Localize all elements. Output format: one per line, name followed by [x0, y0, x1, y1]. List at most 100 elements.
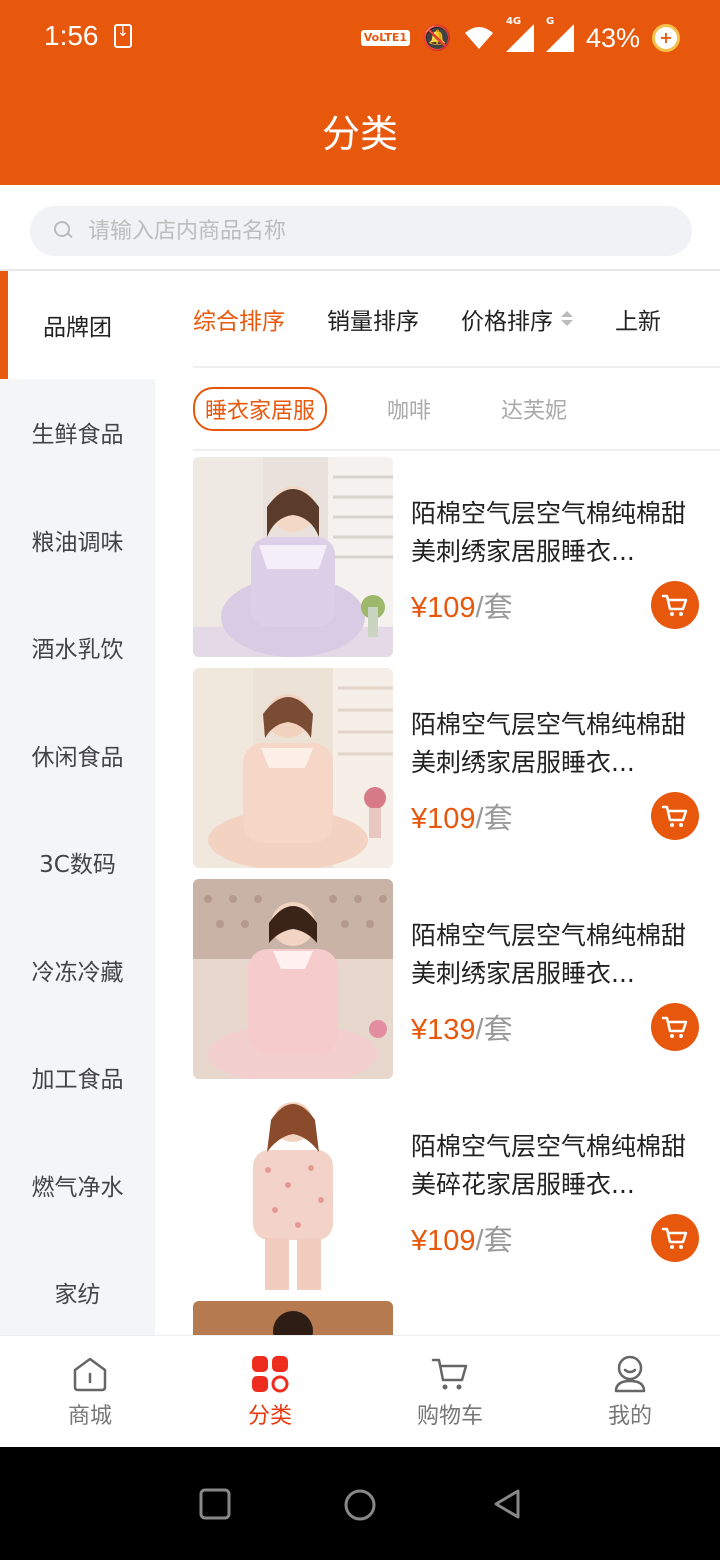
sidebar-item-brand-group[interactable]: 品牌团 [0, 271, 155, 379]
product-list: 陌棉空气层空气棉纯棉甜美刺绣家居服睡衣... ¥109/套 陌棉空气层空气棉纯棉… [193, 457, 720, 1335]
sidebar-item-processed-food[interactable]: 加工食品 [0, 1024, 155, 1132]
product-card[interactable]: 陌棉空气层空气棉纯棉甜美碎花家居服睡衣... ¥109/套 [193, 1090, 720, 1301]
page-header: 分类 [0, 76, 720, 185]
battery-plus-icon: + [652, 24, 680, 52]
sidebar-item-electronics[interactable]: 3C数码 [0, 809, 155, 917]
category-sidebar: 品牌团 生鲜食品 粮油调味 酒水乳饮 休闲食品 3C数码 冷冻冷藏 加工食品 燃… [0, 271, 155, 1335]
sidebar-item-label: 粮油调味 [31, 529, 124, 556]
system-nav-bar [0, 1447, 720, 1560]
cart-icon [661, 805, 688, 827]
product-title[interactable]: 陌棉空气层空气棉纯棉甜美碎花家居服睡衣... [411, 1128, 701, 1204]
search-icon [54, 221, 74, 241]
nav-label: 商城 [67, 1403, 112, 1429]
pink-quilted-pajama-photo [193, 879, 393, 1079]
nav-label: 我的 [607, 1403, 652, 1429]
page-title: 分类 [321, 112, 398, 156]
price-unit: /套 [475, 1225, 513, 1257]
product-price: ¥109/套 [411, 795, 513, 837]
add-to-cart-button[interactable] [651, 1214, 699, 1262]
signal-icon: 4G [505, 16, 534, 52]
sort-sales[interactable]: 销量排序 [327, 302, 419, 336]
sidebar-item-snacks[interactable]: 休闲食品 [0, 701, 155, 809]
product-image[interactable] [193, 457, 393, 657]
profile-icon [614, 1355, 646, 1392]
recent-apps-icon[interactable] [198, 1487, 232, 1521]
brand-chip-pajamas[interactable]: 睡衣家居服 [193, 386, 328, 431]
sidebar-item-gas-water[interactable]: 燃气净水 [0, 1131, 155, 1239]
sidebar-item-label: 燃气净水 [31, 1174, 124, 1201]
sort-new[interactable]: 上新 [615, 302, 661, 336]
download-icon [114, 24, 132, 48]
price-unit: /套 [475, 592, 513, 624]
search-box[interactable] [30, 206, 692, 256]
add-to-cart-button[interactable] [651, 581, 699, 629]
pajama-photo-partial [193, 1301, 393, 1335]
home-button-icon[interactable] [342, 1487, 378, 1523]
status-time: 1:56 [44, 20, 99, 51]
search-input[interactable] [88, 218, 648, 244]
cart-icon [661, 1016, 688, 1038]
network-g-label: G [545, 16, 555, 27]
add-to-cart-button[interactable] [651, 1003, 699, 1051]
sidebar-item-home-textile[interactable]: 家纺 [0, 1239, 155, 1336]
nav-label: 分类 [247, 1403, 292, 1429]
price-amount: ¥109 [411, 803, 476, 835]
product-title[interactable]: 陌棉空气层空气棉纯棉甜美刺绣家居服睡衣... [411, 917, 701, 993]
bottom-nav: 商城 分类 购物车 我的 [0, 1335, 720, 1447]
product-card[interactable]: 陌棉空气层空气棉纯棉甜美刺绣家居服睡衣... ¥109/套 [193, 457, 720, 668]
nav-item-category[interactable]: 分类 [180, 1336, 360, 1447]
sidebar-item-drinks[interactable]: 酒水乳饮 [0, 594, 155, 702]
sidebar-item-frozen[interactable]: 冷冻冷藏 [0, 916, 155, 1024]
product-card[interactable]: 陌棉空气层空气棉纯棉甜美刺绣家居服睡衣... ¥139/套 [193, 879, 720, 1090]
network-4g-label: 4G [505, 16, 522, 27]
product-price: ¥109/套 [411, 584, 513, 626]
sidebar-item-label: 加工食品 [31, 1067, 124, 1094]
cart-icon [431, 1358, 468, 1389]
price-amount: ¥109 [411, 592, 476, 624]
product-title[interactable]: 陌棉空气层空气棉纯棉甜美刺绣家居服睡衣... [411, 706, 701, 782]
floral-pajama-photo [193, 1090, 393, 1290]
sort-bar: 综合排序 销量排序 价格排序 上新 [193, 271, 720, 368]
battery-level: 43% [585, 22, 640, 53]
lilac-pajama-photo [193, 457, 393, 657]
sidebar-item-label: 酒水乳饮 [31, 637, 124, 664]
nav-label: 购物车 [416, 1403, 483, 1429]
product-price: ¥139/套 [411, 1006, 513, 1048]
product-image[interactable] [193, 879, 393, 1079]
sidebar-item-grain-oil[interactable]: 粮油调味 [0, 486, 155, 594]
product-image[interactable] [193, 668, 393, 868]
nav-item-cart[interactable]: 购物车 [360, 1336, 540, 1447]
category-icon [252, 1355, 289, 1392]
nav-item-mall[interactable]: 商城 [0, 1336, 180, 1447]
sort-comprehensive[interactable]: 综合排序 [193, 302, 285, 336]
product-card[interactable]: 陌棉空气层空气棉纯棉甜美刺绣家居服睡衣... ¥109/套 [193, 668, 720, 879]
product-panel: 综合排序 销量排序 价格排序 上新 睡衣家居服 咖啡 达芙妮 陌棉空气层空气棉纯… [155, 271, 720, 1335]
price-unit: /套 [475, 1014, 513, 1046]
brand-chip-coffee[interactable]: 咖啡 [377, 389, 441, 429]
nav-item-profile[interactable]: 我的 [540, 1336, 720, 1447]
signal-icon: G [545, 16, 574, 52]
brand-filter-bar: 睡衣家居服 咖啡 达芙妮 [193, 368, 720, 451]
price-amount: ¥139 [411, 1014, 476, 1046]
sidebar-item-fresh-food[interactable]: 生鲜食品 [0, 379, 155, 487]
price-amount: ¥109 [411, 1225, 476, 1257]
sort-price-label: 价格排序 [461, 308, 553, 335]
add-to-cart-button[interactable] [651, 792, 699, 840]
home-icon [73, 1357, 107, 1391]
mute-bell-icon: 🔕 [422, 24, 452, 52]
sidebar-item-label: 家纺 [54, 1282, 101, 1309]
cart-icon [661, 594, 688, 616]
product-image[interactable] [193, 1090, 393, 1290]
back-icon[interactable] [490, 1487, 524, 1521]
brand-chip-daphne[interactable]: 达芙妮 [491, 389, 577, 429]
product-image[interactable] [193, 1301, 393, 1335]
wifi-icon [464, 27, 493, 49]
product-card-partial[interactable] [193, 1301, 720, 1335]
sidebar-item-label: 生鲜食品 [31, 422, 124, 449]
sidebar-item-label: 休闲食品 [31, 744, 124, 771]
status-bar: 1:56 VoLTE1 🔕 4G G 43% + [0, 0, 720, 76]
product-title[interactable]: 陌棉空气层空气棉纯棉甜美刺绣家居服睡衣... [411, 495, 701, 571]
sort-price[interactable]: 价格排序 [461, 302, 573, 336]
status-icons: VoLTE1 🔕 4G G 43% + [360, 16, 680, 58]
peach-pajama-photo [193, 668, 393, 868]
